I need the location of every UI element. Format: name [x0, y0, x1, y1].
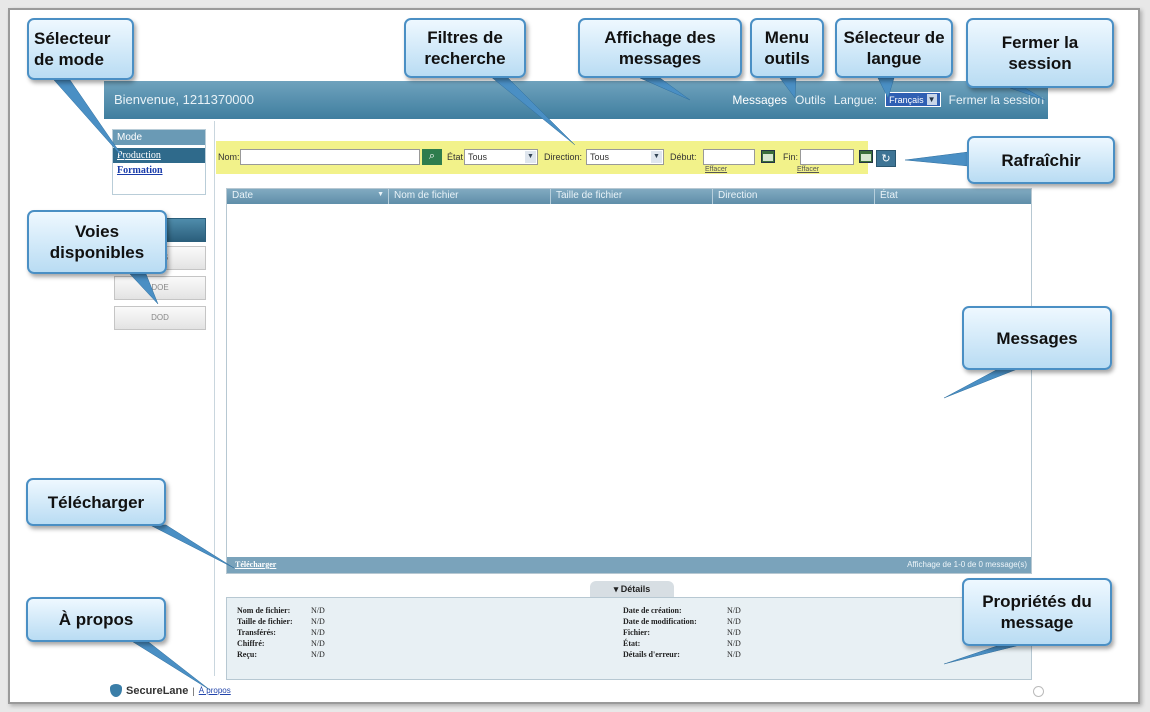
callout-download: Télécharger [26, 478, 166, 526]
callout-message-properties: Propriétés du message [962, 578, 1112, 646]
callout-message-display: Affichage des messages [578, 18, 742, 78]
callout-language-selector: Sélecteur de langue [835, 18, 953, 78]
callout-mode-selector: Sélecteur de mode [27, 18, 134, 80]
pointer-download [149, 524, 235, 569]
callout-messages: Messages [962, 306, 1112, 370]
pointer-mode [53, 79, 126, 161]
pointer-about [129, 639, 211, 691]
pointer-logout [1009, 87, 1046, 101]
pointer-language [877, 77, 895, 99]
pointer-tools [779, 77, 797, 99]
pointer-refresh [904, 151, 969, 167]
callout-refresh: Rafraîchir [967, 136, 1115, 184]
pointer-properties [943, 644, 1021, 665]
pointer-filters [489, 75, 576, 146]
callout-logout: Fermer la session [966, 18, 1114, 88]
pointer-channels [129, 273, 159, 305]
callout-about: À propos [26, 597, 166, 642]
pointer-messages-view [639, 77, 691, 101]
pointer-messages [943, 367, 1021, 399]
callout-channels: Voies disponibles [27, 210, 167, 274]
callout-tools-menu: Menu outils [750, 18, 824, 78]
callout-search-filters: Filtres de recherche [404, 18, 526, 78]
